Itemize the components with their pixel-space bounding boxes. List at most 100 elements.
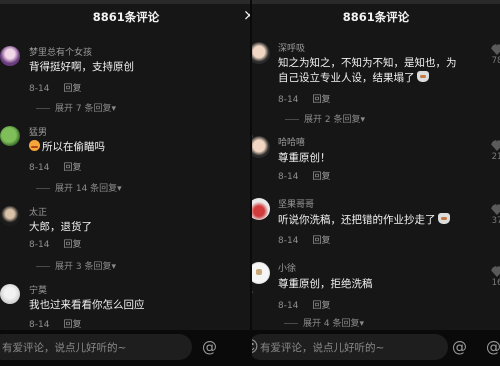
comment-meta: 8-14 回复 (29, 317, 81, 330)
like-count: 16 (491, 278, 500, 288)
like-count: 15 (252, 68, 254, 78)
comment-date: 8-14 (29, 163, 50, 173)
expand-line (36, 188, 50, 189)
expand-label: 展开 4 条回复▾ (303, 319, 364, 329)
comment-username[interactable]: 梦里总有个女孩 (29, 45, 92, 58)
heart-icon (491, 266, 500, 277)
like-button[interactable]: 21 (252, 288, 254, 310)
expand-replies-button[interactable]: 展开 7 条回复▾ (36, 101, 116, 114)
comment-date: 8-14 (29, 240, 50, 250)
like-count: 98 (252, 222, 254, 232)
heart-icon (491, 44, 500, 55)
comment-date: 8-14 (29, 320, 50, 330)
comment-input-placeholder: 有爱评论，说点儿好听的~ (260, 342, 385, 354)
comment-text: 尊重原创，拒绝洗稿 (278, 278, 373, 290)
at-icon[interactable]: @ (452, 338, 467, 356)
comment-meta: 8-14 回复 (278, 233, 330, 246)
reply-button[interactable]: 回复 (312, 301, 330, 311)
reply-button[interactable]: 回复 (63, 163, 81, 173)
comment-text: 大郎，退货了 (29, 221, 92, 233)
avatar[interactable] (0, 126, 20, 146)
expand-line (36, 108, 50, 109)
avatar[interactable] (252, 42, 270, 64)
comment-date: 8-14 (278, 95, 299, 105)
comment-username[interactable]: 宁莫 (29, 283, 47, 296)
comment-count-title: 8861条评论 (92, 10, 160, 24)
like-count: 21 (252, 300, 254, 310)
like-count: 78 (491, 56, 500, 66)
emoji-icon (29, 140, 40, 151)
comment-date: 8-14 (278, 236, 299, 246)
comment-text-content: 听说你洗稿，还把错的作业抄走了 (278, 214, 436, 226)
comment-text: 尊重原创！ (278, 152, 331, 164)
comment-input-placeholder: 有爱评论，说点儿好听的~ (2, 342, 127, 354)
like-button-edge[interactable]: 16 (490, 266, 500, 288)
expand-label: 展开 3 条回复▾ (55, 262, 116, 272)
comment-username[interactable]: 猛男 (29, 125, 47, 138)
comment-date: 8-14 (278, 301, 299, 311)
expand-line (36, 266, 50, 267)
reply-button[interactable]: 回复 (63, 240, 81, 250)
avatar[interactable] (0, 206, 20, 226)
comment-text: 我也过来看看你怎么回应 (29, 299, 145, 311)
reply-button[interactable]: 回复 (63, 320, 81, 330)
comment-meta: 8-14 回复 (29, 237, 81, 250)
at-icon-edge[interactable]: @ (486, 338, 500, 356)
heart-icon (491, 140, 500, 151)
avatar[interactable] (252, 198, 270, 220)
comment-text: 听说你洗稿，还把错的作业抄走了 (278, 212, 450, 227)
comment-username[interactable]: 哈哈嘻 (278, 135, 305, 148)
comment-date: 8-14 (278, 172, 299, 182)
like-button-edge[interactable]: 78 (490, 44, 500, 66)
comment-text-content: 自己设立专业人设，结果塌了 (278, 72, 415, 84)
comment-count-title: 8861条评论 (342, 10, 410, 24)
expand-replies-button[interactable]: 展开 4 条回复▾ (284, 316, 364, 329)
reply-button[interactable]: 回复 (312, 95, 330, 105)
heart-icon (491, 204, 500, 215)
avatar[interactable] (0, 284, 20, 304)
video-strip (252, 0, 500, 4)
comment-input-bar: 有爱评论，说点儿好听的~ @ (0, 330, 252, 366)
cat-emoji-icon (437, 213, 450, 224)
comment-text: 背得挺好啊，支持原创 (29, 61, 134, 73)
expand-label: 展开 14 条回复▾ (55, 184, 122, 194)
comment-username[interactable]: 太正 (29, 205, 47, 218)
reply-button[interactable]: 回复 (63, 84, 81, 94)
comment-meta: 8-14 回复 (29, 160, 81, 173)
expand-label: 展开 7 条回复▾ (55, 104, 116, 114)
dog-emoji-icon (416, 71, 429, 82)
like-count: 37 (491, 216, 500, 226)
comment-meta: 8-14 回复 (278, 92, 330, 105)
comment-meta: 8-14 回复 (278, 169, 330, 182)
video-strip (0, 0, 252, 4)
emoji-icon[interactable]: ☺ (252, 338, 259, 356)
comment-text-line1: 知之为知之，不知为不知，是知也，为 (278, 57, 457, 69)
comment-date: 8-14 (29, 84, 50, 94)
reply-button[interactable]: 回复 (312, 236, 330, 246)
comment-username[interactable]: 坚果哥哥 (278, 197, 314, 210)
like-count: 21 (491, 152, 500, 162)
comment-text-line2: 自己设立专业人设，结果塌了 (278, 70, 429, 85)
reply-button[interactable]: 回复 (312, 172, 330, 182)
heart-icon (252, 288, 253, 299)
at-icon[interactable]: @ (202, 338, 217, 356)
comment-meta: 8-14 回复 (29, 81, 81, 94)
like-button-edge[interactable]: 21 (490, 140, 500, 162)
comment-text-content: 所以在偷瞄吗 (42, 141, 105, 153)
expand-line (284, 323, 298, 324)
expand-line (285, 119, 299, 120)
comment-panel-left: 8861条评论 × 梦里总有个女孩 背得挺好啊，支持原创 8-14 回复 展开 7… (0, 0, 252, 366)
comment-username[interactable]: 深呼吸 (278, 41, 305, 54)
avatar[interactable] (252, 136, 270, 158)
avatar[interactable] (252, 262, 270, 284)
comment-input-bar: @ ☺ 有爱评论，说点儿好听的~ @ @ (252, 330, 500, 366)
like-button-edge[interactable]: 37 (490, 204, 500, 226)
comment-text: 所以在偷瞄吗 (29, 139, 105, 154)
expand-replies-button[interactable]: 展开 2 条回复▾ (285, 112, 365, 125)
expand-label: 展开 2 条回复▾ (304, 115, 365, 125)
expand-replies-button[interactable]: 展开 14 条回复▾ (36, 181, 122, 194)
expand-replies-button[interactable]: 展开 3 条回复▾ (36, 259, 116, 272)
comment-meta: 8-14 回复 (278, 298, 330, 311)
comment-username[interactable]: 小徐 (278, 261, 296, 274)
avatar[interactable] (0, 46, 20, 66)
